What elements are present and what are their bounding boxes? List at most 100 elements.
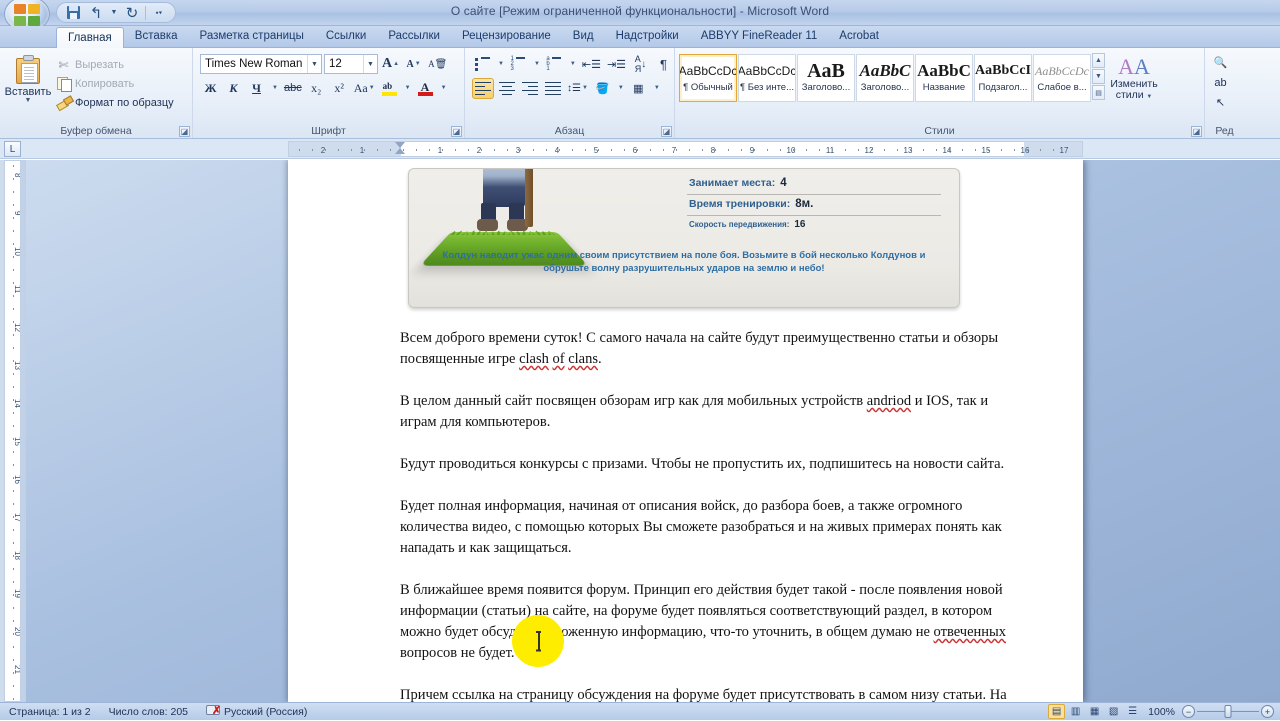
styles-scroll-down-button[interactable]: ▼ (1092, 69, 1105, 84)
ribbon-tab-7[interactable]: Надстройки (605, 26, 690, 47)
format-painter-button[interactable]: Формат по образцу (52, 93, 178, 112)
change-styles-button[interactable]: AA Изменить стили ▼ (1105, 53, 1163, 103)
font-size-combo[interactable]: 12 ▼ (324, 54, 378, 74)
font-size-dropdown-icon[interactable]: ▼ (363, 55, 377, 73)
document-body-text[interactable]: Всем доброго времени суток! С самого нач… (400, 328, 1027, 702)
style-item-5[interactable]: AaBbCcIПодзагол... (974, 54, 1032, 102)
font-dialog-launcher[interactable]: ◪ (451, 126, 462, 137)
vruler-tick: 16 (5, 474, 21, 484)
font-color-dropdown-icon[interactable]: ▼ (438, 78, 449, 99)
align-right-button[interactable] (519, 78, 540, 99)
vruler-dot (13, 451, 14, 453)
font-size-value: 12 (329, 58, 363, 70)
bullets-button[interactable] (472, 54, 493, 75)
horizontal-ruler[interactable]: 3211234567891011121314151617 (288, 141, 1083, 157)
show-formatting-marks-button[interactable]: ¶ (653, 54, 674, 75)
paste-button[interactable]: Вставить ▼ (4, 53, 52, 104)
borders-dropdown-icon[interactable]: ▼ (651, 78, 662, 99)
underline-button[interactable]: Ч (246, 78, 267, 99)
clear-formatting-button[interactable]: A🗑 (426, 54, 449, 75)
ribbon-tab-3[interactable]: Ссылки (315, 26, 378, 47)
ribbon-tab-2[interactable]: Разметка страницы (189, 26, 315, 47)
clipboard-dialog-launcher[interactable]: ◪ (179, 126, 190, 137)
numbering-dropdown-icon[interactable]: ▼ (531, 54, 542, 75)
troop-stat-divider (687, 194, 941, 195)
strikethrough-button[interactable]: abc (282, 78, 304, 99)
decrease-indent-button[interactable]: ⇤☰ (580, 54, 603, 75)
ribbon-tab-4[interactable]: Рассылки (377, 26, 451, 47)
line-spacing-button[interactable]: ↕☰▼ (565, 78, 590, 99)
multilevel-dropdown-icon[interactable]: ▼ (567, 54, 578, 75)
select-button[interactable]: ↖ (1209, 93, 1232, 112)
cut-button[interactable]: ✄ Вырезать (52, 55, 178, 74)
zoom-slider[interactable] (1197, 705, 1259, 718)
ruler-dot (429, 149, 430, 151)
ribbon-tab-9[interactable]: Acrobat (828, 26, 890, 47)
paste-dropdown-icon[interactable]: ▼ (25, 98, 32, 104)
underline-dropdown-icon[interactable]: ▼ (269, 78, 280, 99)
bullets-dropdown-icon[interactable]: ▼ (495, 54, 506, 75)
zoom-slider-handle[interactable] (1225, 705, 1232, 718)
shrink-font-button[interactable]: A▼ (403, 54, 424, 75)
justify-button[interactable] (542, 78, 563, 99)
increase-indent-button[interactable]: ⇥☰ (605, 54, 628, 75)
subscript-button[interactable]: x₂ (306, 78, 327, 99)
style-item-2[interactable]: AaBЗаголово... (797, 54, 855, 102)
styles-more-button[interactable]: ▤ (1092, 85, 1105, 100)
proofing-status[interactable] (197, 703, 215, 721)
style-item-3[interactable]: AaBbCЗаголово... (856, 54, 914, 102)
superscript-button[interactable]: x² (329, 78, 350, 99)
paragraph-group-label: Абзац (469, 124, 670, 138)
font-name-combo[interactable]: Times New Roman ▼ (200, 54, 322, 74)
shading-button[interactable]: 🪣 (592, 78, 613, 99)
style-item-0[interactable]: AaBbCcDc¶ Обычный (679, 54, 737, 102)
font-name-dropdown-icon[interactable]: ▼ (307, 55, 321, 73)
document-page[interactable]: Занимает места:4Время тренировки:8м.Скор… (288, 160, 1083, 702)
view-draft-button[interactable]: ☰ (1124, 704, 1141, 719)
shading-dropdown-icon[interactable]: ▼ (615, 78, 626, 99)
zoom-in-button[interactable]: + (1261, 705, 1274, 718)
numbering-button[interactable]: 123 (508, 54, 529, 75)
vertical-ruler[interactable]: 89101112131415161718192021 (4, 160, 21, 702)
find-button[interactable]: 🔍 (1209, 53, 1232, 72)
highlight-dropdown-icon[interactable]: ▼ (402, 78, 413, 99)
indent-markers[interactable] (395, 142, 406, 156)
word-count-status[interactable]: Число слов: 205 (100, 703, 197, 721)
language-status[interactable]: Русский (Россия) (215, 703, 316, 721)
replace-button[interactable]: ab (1209, 73, 1232, 92)
multilevel-list-button[interactable]: ab1 (544, 54, 565, 75)
ribbon-tab-0[interactable]: Главная (56, 27, 124, 48)
style-item-4[interactable]: AaBbCНазвание (915, 54, 973, 102)
style-item-6[interactable]: AaBbCcDcСлабое в... (1033, 54, 1091, 102)
view-full-screen-reading-button[interactable]: ▥ (1067, 704, 1084, 719)
tab-stop-selector[interactable]: L (4, 141, 21, 157)
ribbon-tab-8[interactable]: ABBYY FineReader 11 (690, 26, 829, 47)
paragraph-dialog-launcher[interactable]: ◪ (661, 126, 672, 137)
vruler-dot (13, 399, 14, 401)
borders-button[interactable]: ▦ (628, 78, 649, 99)
zoom-out-button[interactable]: − (1182, 705, 1195, 718)
view-outline-button[interactable]: ▧ (1105, 704, 1122, 719)
page-number-status[interactable]: Страница: 1 из 2 (0, 703, 100, 721)
change-case-button[interactable]: Aa▼ (352, 78, 377, 99)
zoom-level-label[interactable]: 100% (1143, 706, 1180, 718)
styles-dialog-launcher[interactable]: ◪ (1191, 126, 1202, 137)
ribbon-tab-1[interactable]: Вставка (124, 26, 189, 47)
inline-image-troop-card[interactable]: Занимает места:4Время тренировки:8м.Скор… (408, 168, 960, 308)
text-highlight-button[interactable]: ab (379, 78, 400, 99)
bold-button[interactable]: Ж (200, 78, 221, 99)
italic-button[interactable]: К (223, 78, 244, 99)
grow-font-button[interactable]: A▲ (380, 54, 401, 75)
copy-button[interactable]: Копировать (52, 74, 178, 93)
font-color-button[interactable]: A (415, 78, 436, 99)
ribbon-tab-5[interactable]: Рецензирование (451, 26, 562, 47)
view-print-layout-button[interactable]: ▤ (1048, 704, 1065, 719)
sort-button[interactable]: AЯ↓ (630, 54, 651, 75)
align-left-button[interactable] (472, 78, 494, 99)
align-center-button[interactable] (496, 78, 517, 99)
view-web-layout-button[interactable]: ▦ (1086, 704, 1103, 719)
style-item-1[interactable]: AaBbCcDc¶ Без инте... (738, 54, 796, 102)
styles-scroll-up-button[interactable]: ▲ (1092, 53, 1105, 68)
ribbon-tab-6[interactable]: Вид (562, 26, 605, 47)
ruler-tick: 15 (982, 146, 991, 155)
